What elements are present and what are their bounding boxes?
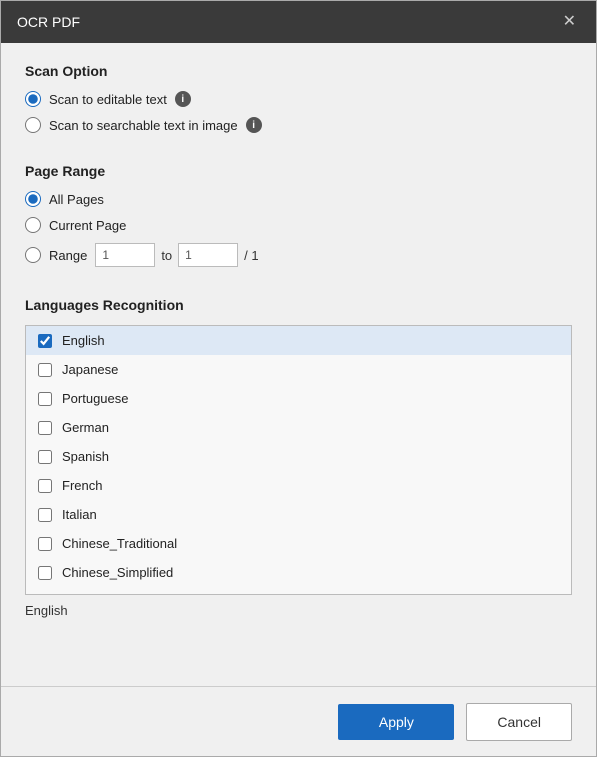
list-item[interactable]: French [26, 471, 571, 500]
list-item[interactable]: Portuguese [26, 384, 571, 413]
list-item[interactable]: Chinese_Simplified [26, 558, 571, 587]
title-bar: OCR PDF ✕ [1, 1, 596, 43]
dialog-footer: Apply Cancel [1, 686, 596, 756]
language-checkbox[interactable] [38, 566, 52, 580]
language-label: French [62, 478, 102, 493]
scan-searchable-row: Scan to searchable text in image i [25, 117, 572, 133]
cancel-button[interactable]: Cancel [466, 703, 572, 741]
scan-editable-info-icon: i [175, 91, 191, 107]
list-item[interactable]: German [26, 413, 571, 442]
list-item[interactable]: Italian [26, 500, 571, 529]
list-item[interactable]: English [26, 326, 571, 355]
close-button[interactable]: ✕ [559, 12, 580, 32]
language-checkbox[interactable] [38, 537, 52, 551]
all-pages-label: All Pages [49, 192, 104, 207]
languages-section: Languages Recognition English Japanese Por… [25, 297, 572, 666]
all-pages-radio[interactable] [25, 191, 41, 207]
language-checkbox[interactable] [38, 508, 52, 522]
range-label: Range [49, 248, 87, 263]
list-item[interactable]: Chinese_Traditional [26, 529, 571, 558]
scan-option-title: Scan Option [25, 63, 572, 79]
scan-option-section: Scan Option Scan to editable text i Scan… [25, 63, 572, 143]
range-total-label: / 1 [244, 248, 258, 263]
scan-searchable-label: Scan to searchable text in image [49, 118, 238, 133]
language-label: Chinese_Traditional [62, 536, 177, 551]
languages-title: Languages Recognition [25, 297, 572, 313]
dialog-title: OCR PDF [17, 14, 80, 30]
language-checkbox[interactable] [38, 334, 52, 348]
list-item[interactable]: Japanese [26, 355, 571, 384]
scan-searchable-info-icon: i [246, 117, 262, 133]
range-row: Range to / 1 [25, 243, 572, 267]
language-checkbox[interactable] [38, 421, 52, 435]
dialog: OCR PDF ✕ Scan Option Scan to editable t… [0, 0, 597, 757]
language-label: German [62, 420, 109, 435]
language-label: Portuguese [62, 391, 129, 406]
dialog-content: Scan Option Scan to editable text i Scan… [1, 43, 596, 686]
language-checkbox[interactable] [38, 479, 52, 493]
language-label: Spanish [62, 449, 109, 464]
scan-searchable-radio[interactable] [25, 117, 41, 133]
language-label: Japanese [62, 362, 118, 377]
range-to-input[interactable] [178, 243, 238, 267]
languages-list[interactable]: English Japanese Portuguese German Spanish Fr… [25, 325, 572, 595]
apply-button[interactable]: Apply [338, 704, 454, 740]
scan-editable-radio[interactable] [25, 91, 41, 107]
current-page-row: Current Page [25, 217, 572, 233]
current-page-label: Current Page [49, 218, 126, 233]
scan-editable-row: Scan to editable text i [25, 91, 572, 107]
language-checkbox[interactable] [38, 392, 52, 406]
current-page-radio[interactable] [25, 217, 41, 233]
page-range-section: Page Range All Pages Current Page Range … [25, 163, 572, 277]
range-to-label: to [161, 248, 172, 263]
range-from-input[interactable] [95, 243, 155, 267]
selected-language-text: English [25, 603, 572, 618]
scan-editable-label: Scan to editable text [49, 92, 167, 107]
range-radio[interactable] [25, 247, 41, 263]
language-checkbox[interactable] [38, 363, 52, 377]
language-label: Italian [62, 507, 97, 522]
language-checkbox[interactable] [38, 450, 52, 464]
language-label: English [62, 333, 105, 348]
language-label: Chinese_Simplified [62, 565, 173, 580]
list-item[interactable]: Spanish [26, 442, 571, 471]
page-range-title: Page Range [25, 163, 572, 179]
range-inputs: to / 1 [95, 243, 258, 267]
all-pages-row: All Pages [25, 191, 572, 207]
